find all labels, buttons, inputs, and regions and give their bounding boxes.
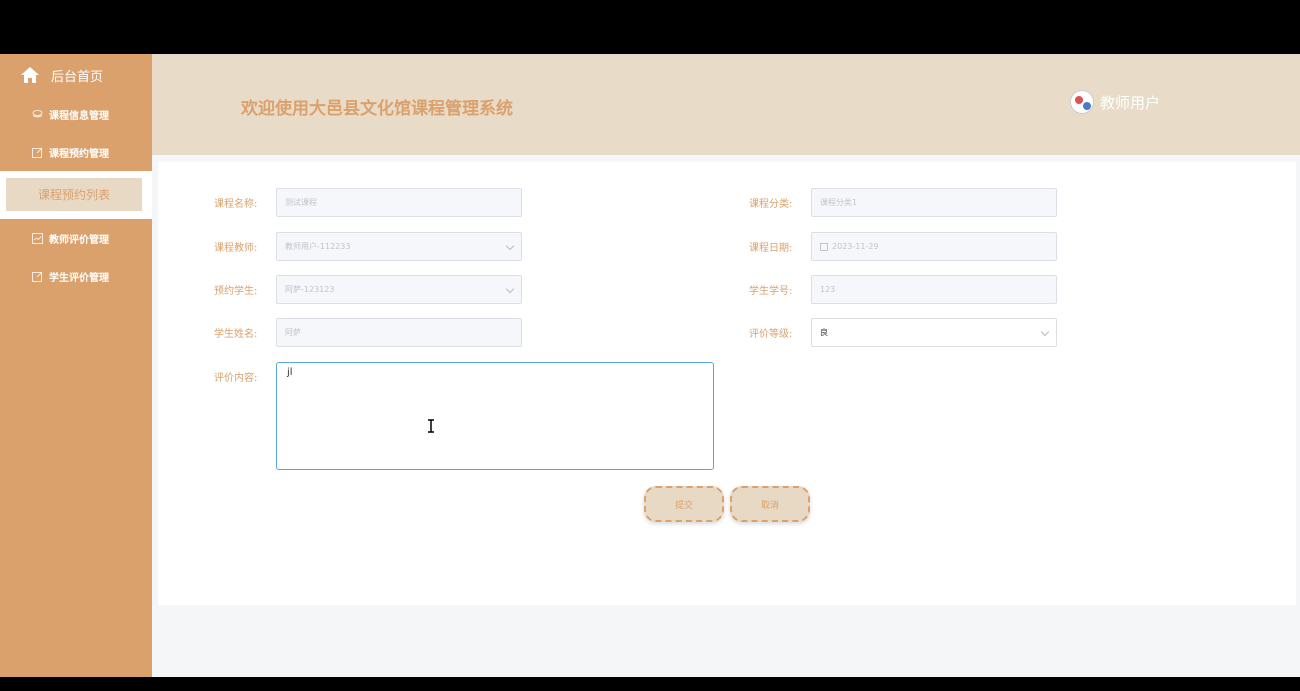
booking-student-label: 预约学生: [214, 286, 258, 297]
course-category-value: 课程分类1 [820, 198, 858, 207]
bottom-black-bar [0, 677, 1300, 691]
sidebar-home-label: 后台首页 [51, 69, 104, 85]
course-name-label: 课程名称: [214, 199, 258, 210]
avatar [1070, 90, 1094, 114]
form-panel: 课程名称: 测试课程 课程分类: 课程分类1 课程教师: 教师用户-112233… [158, 162, 1296, 605]
top-black-bar [0, 0, 1300, 54]
chevron-down-icon [1040, 327, 1050, 337]
course-date-value: 2023-11-29 [832, 242, 879, 251]
sidebar: 后台首页 课程信息管理 课程预约管理 课程预约列表 教师评价管理 学生评价管理 [0, 54, 152, 677]
student-number-input[interactable]: 123 [811, 275, 1057, 304]
rating-level-value: 良 [820, 328, 828, 337]
student-name-input[interactable]: 阿萨 [276, 318, 522, 347]
app-screen: 后台首页 课程信息管理 课程预约管理 课程预约列表 教师评价管理 学生评价管理 … [0, 54, 1300, 677]
submenu-container: 课程预约列表 [0, 171, 152, 219]
text-cursor-icon [428, 419, 434, 433]
student-number-value: 123 [820, 285, 836, 294]
course-name-input[interactable]: 测试课程 [276, 188, 522, 217]
course-teacher-value: 教师用户-112233 [285, 242, 351, 251]
home-icon [21, 67, 39, 83]
course-date-label: 课程日期: [749, 243, 793, 254]
rating-level-select[interactable]: 良 [811, 318, 1057, 347]
chevron-down-icon [505, 284, 515, 294]
sidebar-item-label: 课程预约管理 [49, 148, 109, 160]
submit-button[interactable]: 提交 [644, 486, 724, 522]
review-content-textarea[interactable]: jl [276, 362, 714, 470]
course-teacher-label: 课程教师: [214, 243, 258, 254]
student-name-label: 学生姓名: [214, 329, 258, 340]
sidebar-item-course-booking[interactable]: 课程预约管理 [0, 133, 152, 171]
sidebar-item-student-review[interactable]: 学生评价管理 [0, 257, 152, 295]
student-name-value: 阿萨 [285, 328, 301, 337]
sidebar-item-label: 学生评价管理 [49, 272, 109, 284]
sidebar-home[interactable]: 后台首页 [0, 54, 152, 96]
submenu-booking-list[interactable]: 课程预约列表 [6, 178, 142, 211]
chevron-down-icon [505, 241, 515, 251]
chart-icon [32, 232, 43, 244]
header: 欢迎使用大邑县文化馆课程管理系统 教师用户 [152, 54, 1300, 155]
course-teacher-select[interactable]: 教师用户-112233 [276, 232, 522, 261]
review-content-label: 评价内容: [214, 373, 258, 384]
sidebar-item-label: 课程信息管理 [49, 110, 109, 122]
cancel-button[interactable]: 取消 [730, 486, 810, 522]
student-number-label: 学生学号: [749, 286, 793, 297]
course-date-picker[interactable]: 2023-11-29 [811, 232, 1057, 261]
edit-icon [32, 147, 43, 158]
course-category-label: 课程分类: [749, 199, 793, 210]
sidebar-item-label: 教师评价管理 [49, 234, 109, 246]
user-name: 教师用户 [1100, 93, 1161, 112]
calendar-icon [820, 242, 828, 251]
edit-icon [32, 271, 43, 282]
user-menu[interactable]: 教师用户 [1070, 90, 1160, 114]
sidebar-item-teacher-review[interactable]: 教师评价管理 [0, 219, 152, 257]
sidebar-item-course-info[interactable]: 课程信息管理 [0, 95, 152, 133]
course-category-input[interactable]: 课程分类1 [811, 188, 1057, 217]
review-content-value: jl [287, 367, 293, 378]
rating-level-label: 评价等级: [749, 329, 793, 340]
booking-student-value: 阿萨-123123 [285, 285, 335, 294]
course-name-value: 测试课程 [285, 198, 317, 207]
layers-icon [32, 109, 43, 117]
booking-student-select[interactable]: 阿萨-123123 [276, 275, 522, 304]
system-title: 欢迎使用大邑县文化馆课程管理系统 [241, 99, 513, 119]
